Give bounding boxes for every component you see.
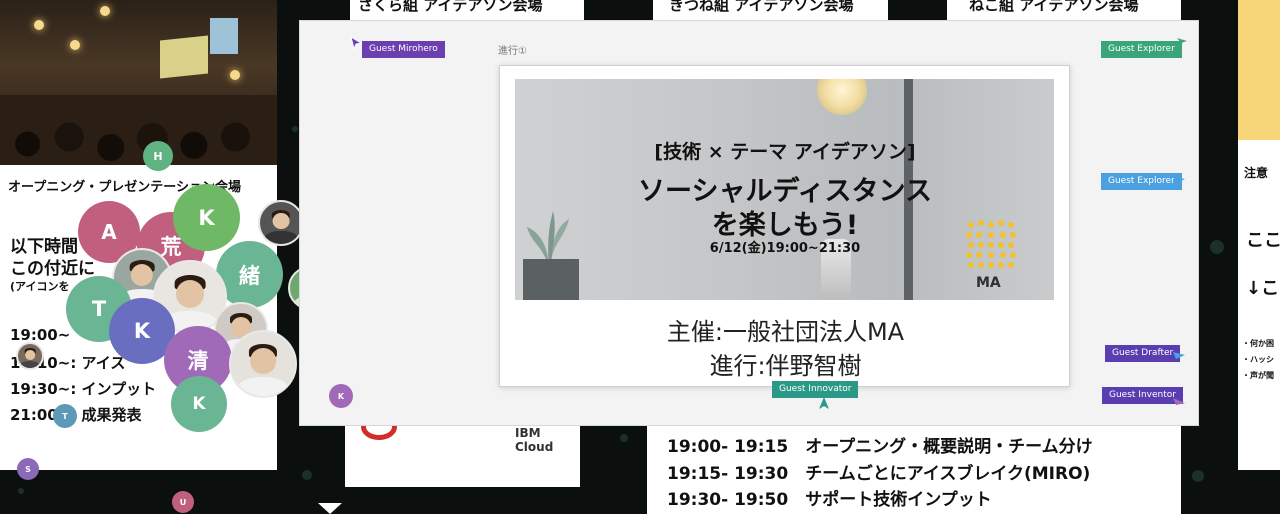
participant-avatar[interactable]: K [173,184,240,251]
cursor-icon [819,397,829,409]
time-line: 19:30~: インプット [10,380,157,398]
notice-line: ↓こ [1246,278,1280,299]
participant-photo-avatar[interactable] [229,330,297,398]
schedule-item: 19:00- 19:15 オープニング・概要説明・チーム分け [667,437,1093,457]
cursor-icon [1173,398,1185,405]
participant-avatar[interactable]: K [329,384,353,408]
venue-photo [0,0,277,165]
participant-avatar[interactable]: K [171,376,227,432]
canvas-dot [1210,240,1224,254]
sponsor-logo-icon [361,426,397,440]
notice-bullet: ・ハッシ [1242,355,1274,364]
canvas-dot [302,470,312,480]
notice-line: ここ [1246,230,1280,251]
notice-card[interactable]: 注意 ここ ↓こ ・何か困 ・ハッシ ・声が聞 [1238,0,1280,470]
organizer-text: 主催:一般社団法人MA [666,318,905,346]
schedule-card[interactable]: 19:00- 19:15 オープニング・概要説明・チーム分け 19:15- 19… [647,426,1181,514]
schedule-item: 19:30- 19:50 サポート技術インプット [667,490,992,510]
notice-line: (アイコンを [10,280,70,293]
ma-logo-icon [966,220,1016,268]
participant-photo-avatar[interactable] [16,342,44,370]
sticky-note [1238,0,1280,140]
sponsor-card[interactable]: IBM Cloud [345,426,580,487]
notice-bullet: ・何か困 [1242,339,1274,348]
banner-title-line1: [技術 × テーマ アイデアソン] [654,141,916,163]
sponsor-label: IBM Cloud [515,426,554,454]
notice-heading: 注意 [1244,166,1269,180]
room-card-title: きつね組 アイデアソン会場 [669,0,854,14]
room-card-neko[interactable]: ねこ組 アイデアソン会場 [947,0,1181,22]
room-card-title: ねこ組 アイデアソン会場 [969,0,1139,14]
participant-avatar[interactable]: T [53,404,77,428]
schedule-item: 19:15- 19:30 チームごとにアイスブレイク(MIRO) [667,464,1091,484]
cursor-icon [350,36,362,50]
cursor-icon [1173,352,1185,359]
guest-cursor-tag: Guest Explorer [1101,41,1182,58]
room-card-title: さくら組 アイデアソン会場 [358,0,543,14]
canvas-dot [292,126,298,132]
notice-bullet: ・声が聞 [1242,371,1274,380]
participant-avatar[interactable]: H [143,141,173,171]
participant-avatar[interactable]: S [17,458,39,480]
room-card-sakura[interactable]: さくら組 アイデアソン会場 [350,0,584,22]
host-text: 進行:伴野智樹 [709,352,862,380]
room-card-kitsune[interactable]: きつね組 アイデアソン会場 [653,0,888,22]
cursor-icon [1177,38,1187,43]
collapse-arrow-icon[interactable] [318,503,342,514]
canvas-dot [18,488,24,494]
participant-avatar[interactable]: U [172,491,194,513]
notice-line: この付近に [10,259,95,279]
participant-photo-avatar[interactable] [258,200,304,246]
ma-logo-text: MA [976,275,1001,291]
guest-cursor-tag: Guest Inventor [1102,387,1183,404]
cursor-icon [1173,176,1185,183]
event-banner-image: [技術 × テーマ アイデアソン] ソーシャルディスタンス を楽しもう! 6/1… [515,79,1054,300]
event-slide[interactable]: [技術 × テーマ アイデアソン] ソーシャルディスタンス を楽しもう! 6/1… [499,65,1070,387]
guest-cursor-tag: Guest Explorer [1101,173,1182,190]
main-board-frame[interactable]: 進行① [技術 × テーマ アイデアソン] ソーシャルディスタンス を楽しもう!… [299,20,1199,426]
canvas-dot [620,434,628,442]
guest-cursor-tag: Guest Mirohero [362,41,445,58]
time-line: 19:00~ [10,326,71,344]
guest-cursor-tag: Guest Drafter [1105,345,1181,362]
frame-label: 進行① [498,46,527,57]
canvas-dot [1192,470,1204,482]
guest-cursor-tag: Guest Innovator [772,381,859,398]
